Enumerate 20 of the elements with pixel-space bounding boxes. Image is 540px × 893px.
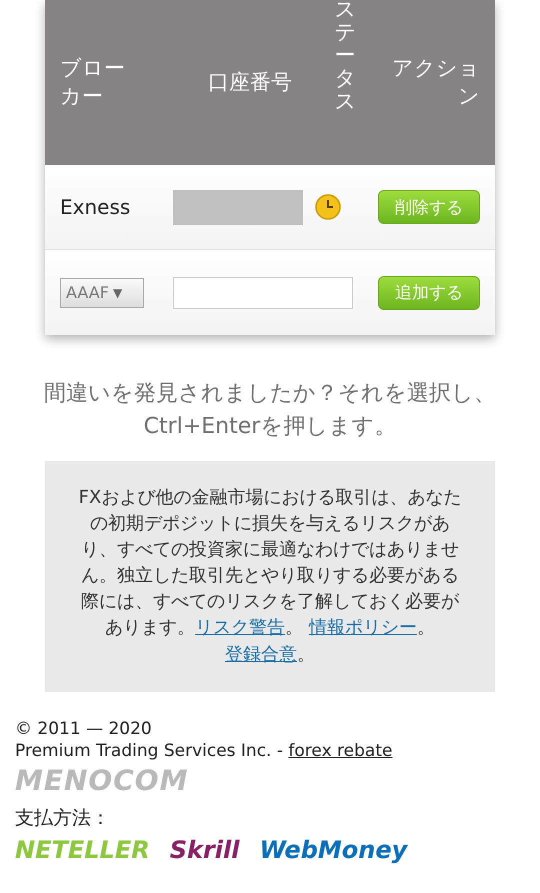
column-header: アクション <box>391 55 480 110</box>
policy-link[interactable]: リスク警告 <box>195 617 286 638</box>
payment-logo: Skrill <box>170 836 240 864</box>
column-header: ブローカー <box>60 55 126 110</box>
column-header: ステータス <box>334 0 356 114</box>
payment-logo: NETELLER <box>15 836 150 864</box>
forex-rebate-link[interactable]: forex rebate <box>288 740 392 761</box>
copyright-text: © 2011 — 2020 <box>15 718 153 740</box>
error-report-notice: 間違いを発見されましたか？それを選択し、Ctrl+Enterを押します。 <box>43 380 497 441</box>
company-text: Premium Trading Services Inc. - forex rebate <box>15 740 394 762</box>
payment-logo: WebMoney <box>259 836 408 864</box>
policy-link[interactable]: 情報ポリシー <box>308 617 417 638</box>
risk-warning-text: FXおよび他の金融市場における取引は、あなたの初期デポジットに損失を与えるリスクがあり、すべての投資家に最適なわけではありません。独立した取引先とやり取りする必要がある際には、すべてのリスクを了解しておく必要があります。リスク警告。 情報ポリシー。 登録合意。 <box>78 486 462 667</box>
site-logo: MENOCOM <box>15 764 188 797</box>
payment-methods-label: 支払方法： <box>15 806 111 831</box>
column-header: 口座番号 <box>207 68 293 96</box>
broker-name: Exness <box>60 195 132 219</box>
account-number-field[interactable] <box>173 276 353 308</box>
policy-link[interactable]: 登録合意 <box>225 644 297 665</box>
broker-select[interactable]: AAAF ▼ <box>60 278 144 308</box>
